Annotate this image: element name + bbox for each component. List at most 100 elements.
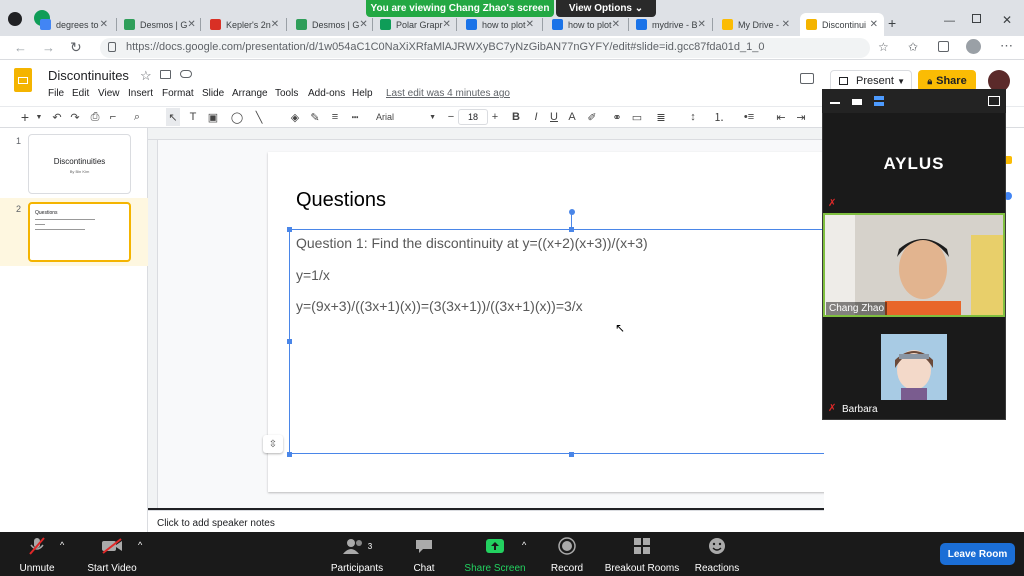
zoom-icon[interactable]: ⌕ — [130, 108, 144, 126]
menu-format[interactable]: Format — [162, 88, 194, 99]
paint-format-icon[interactable]: ⌐ — [106, 108, 120, 126]
italic-icon[interactable]: I — [530, 108, 542, 126]
increase-indent-icon[interactable]: ⇥ — [794, 108, 808, 126]
font-family-select[interactable]: Arial ▼ — [376, 108, 436, 126]
close-tab-icon[interactable]: ✕ — [526, 19, 534, 30]
body-text-line[interactable]: Question 1: Find the discontinuity at y=… — [296, 235, 648, 251]
bookmark-star-icon[interactable]: ☆ — [878, 40, 889, 54]
close-tab-icon[interactable]: ✕ — [271, 19, 279, 30]
redo-icon[interactable]: ↷ — [68, 108, 82, 126]
breakout-rooms-button[interactable]: Breakout Rooms — [604, 536, 680, 574]
bulleted-list-icon[interactable]: •≡ — [742, 108, 756, 126]
close-tab-icon[interactable]: ✕ — [443, 19, 451, 30]
link-icon[interactable]: ⚭ — [610, 108, 624, 126]
browser-tab[interactable]: Kepler's 2n ✕ — [204, 13, 284, 36]
browser-tab[interactable]: Desmos | G ✕ — [118, 13, 198, 36]
add-comment-icon[interactable]: ▭ — [630, 108, 644, 126]
forward-icon[interactable]: → — [42, 40, 55, 55]
close-tab-icon[interactable]: ✕ — [187, 19, 195, 30]
collections-icon[interactable] — [938, 41, 949, 52]
document-title[interactable]: Discontinuites — [48, 68, 129, 83]
expand-gallery-icon[interactable] — [988, 96, 1000, 106]
browser-tab[interactable]: degrees to ✕ — [34, 13, 114, 36]
menu-insert[interactable]: Insert — [128, 88, 153, 99]
resize-handle[interactable] — [287, 227, 292, 232]
border-color-icon[interactable]: ✎ — [308, 108, 322, 126]
resize-handle[interactable] — [569, 227, 574, 232]
reactions-button[interactable]: Reactions — [694, 536, 740, 574]
bold-icon[interactable]: B — [510, 108, 522, 126]
close-tab-icon[interactable]: ✕ — [870, 19, 878, 30]
leave-room-button[interactable]: Leave Room — [940, 543, 1015, 565]
border-weight-icon[interactable]: ≡ — [328, 108, 342, 126]
autofit-options-icon[interactable]: ⇳ — [263, 435, 283, 453]
menu-tools[interactable]: Tools — [275, 88, 298, 99]
undo-icon[interactable]: ↶ — [50, 108, 64, 126]
stacked-view-icon[interactable] — [874, 96, 884, 100]
decrease-indent-icon[interactable]: ⇤ — [774, 108, 788, 126]
more-menu-icon[interactable]: ⋯ — [1000, 38, 1013, 54]
minimize-gallery-icon[interactable] — [830, 102, 840, 104]
menu-file[interactable]: File — [48, 88, 64, 99]
fill-color-icon[interactable]: ◈ — [288, 108, 302, 126]
text-box-icon[interactable]: T — [186, 108, 200, 126]
single-view-icon[interactable] — [852, 99, 862, 105]
back-icon[interactable]: ← — [14, 40, 27, 55]
menu-arrange[interactable]: Arrange — [232, 88, 268, 99]
select-icon[interactable]: ↖ — [166, 108, 180, 126]
shape-icon[interactable]: ◯ — [230, 108, 244, 126]
move-folder-icon[interactable] — [160, 70, 171, 79]
participants-button[interactable]: 3 Participants — [330, 536, 384, 574]
line-spacing-icon[interactable]: ↕ — [686, 108, 700, 126]
avatar[interactable] — [966, 39, 981, 54]
line-icon[interactable]: ╲ — [252, 108, 266, 126]
body-text-line[interactable]: y=1/x — [296, 267, 330, 283]
chevron-down-icon[interactable]: ▼ — [897, 77, 905, 86]
highlight-icon[interactable]: ✐ — [586, 108, 598, 126]
font-size-input[interactable]: 18 — [458, 109, 488, 125]
body-text-line[interactable]: y=(9x+3)/((3x+1)(x))=(3(3x+1))/((3x+1)(x… — [296, 298, 583, 314]
chevron-down-icon[interactable]: ▼ — [34, 108, 44, 126]
star-icon[interactable]: ☆ — [140, 68, 152, 84]
favorites-icon[interactable]: ✩ — [908, 40, 918, 54]
resize-handle[interactable] — [287, 452, 292, 457]
new-tab-icon[interactable]: + — [888, 15, 896, 31]
comments-icon[interactable] — [800, 73, 814, 84]
browser-tab[interactable]: Desmos | G ✕ — [290, 13, 370, 36]
menu-add-ons[interactable]: Add-ons — [308, 88, 345, 99]
resize-handle[interactable] — [287, 339, 292, 344]
close-tab-icon[interactable]: ✕ — [359, 19, 367, 30]
minimize-icon[interactable]: — — [944, 15, 955, 27]
numbered-list-icon[interactable]: ⒈ — [712, 108, 726, 126]
resize-handle[interactable] — [569, 452, 574, 457]
close-window-icon[interactable]: ✕ — [1002, 13, 1012, 27]
decrease-font-icon[interactable]: − — [446, 108, 456, 126]
profile-icon[interactable] — [8, 12, 22, 26]
audio-options-caret[interactable]: ^ — [60, 540, 64, 550]
menu-view[interactable]: View — [98, 88, 120, 99]
text-box[interactable] — [289, 229, 855, 454]
menu-slide[interactable]: Slide — [202, 88, 224, 99]
close-tab-icon[interactable]: ✕ — [698, 19, 706, 30]
image-icon[interactable]: ▣ — [206, 108, 220, 126]
cloud-status-icon[interactable] — [180, 70, 192, 78]
chat-button[interactable]: Chat — [410, 536, 438, 574]
align-icon[interactable]: ≣ — [654, 108, 668, 126]
browser-tab[interactable]: My Drive - ✕ — [716, 13, 796, 36]
close-tab-icon[interactable]: ✕ — [782, 19, 790, 30]
menu-edit[interactable]: Edit — [72, 88, 89, 99]
share-options-caret[interactable]: ^ — [522, 540, 526, 550]
underline-icon[interactable]: U — [548, 108, 560, 126]
maximize-icon[interactable] — [972, 14, 981, 23]
browser-tab[interactable]: mydrive - B ✕ — [630, 13, 710, 36]
rotate-handle[interactable] — [569, 209, 575, 215]
increase-font-icon[interactable]: + — [490, 108, 500, 126]
menu-help[interactable]: Help — [352, 88, 373, 99]
slides-logo-icon[interactable] — [14, 68, 32, 92]
reload-icon[interactable]: ↻ — [70, 39, 82, 56]
slide-heading[interactable]: Questions — [296, 189, 386, 212]
share-screen-button[interactable]: Share Screen — [464, 536, 526, 574]
browser-tab[interactable]: Polar Grapr ✕ — [374, 13, 454, 36]
slide-thumbnail-2[interactable]: Questions — [28, 202, 131, 262]
last-edit-link[interactable]: Last edit was 4 minutes ago — [386, 88, 510, 99]
